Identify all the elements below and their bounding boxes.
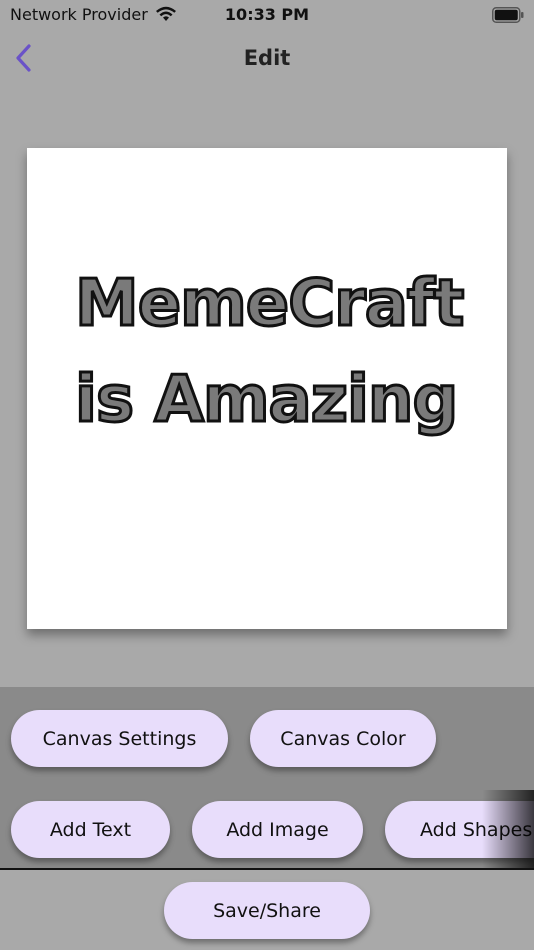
canvas-settings-button[interactable]: Canvas Settings (11, 710, 228, 767)
meme-text-line-1: MemeCraft (74, 266, 466, 343)
back-button[interactable] (8, 42, 38, 78)
add-shapes-button[interactable]: Add Shapes (385, 801, 534, 858)
navigation-bar: Edit (0, 30, 534, 90)
status-bar: Network Provider 10:33 PM (0, 0, 534, 30)
canvas-color-button[interactable]: Canvas Color (250, 710, 436, 767)
add-image-button[interactable]: Add Image (192, 801, 363, 858)
add-text-button[interactable]: Add Text (11, 801, 170, 858)
meme-text-line-2: is Amazing (74, 362, 460, 439)
meme-text[interactable]: MemeCraft is Amazing (74, 256, 495, 448)
battery-icon (492, 7, 524, 23)
meme-canvas[interactable]: MemeCraft is Amazing (27, 148, 507, 629)
chevron-left-icon (14, 43, 32, 77)
page-title: Edit (243, 46, 291, 70)
save-share-button[interactable]: Save/Share (164, 882, 370, 939)
clock: 10:33 PM (224, 5, 310, 24)
